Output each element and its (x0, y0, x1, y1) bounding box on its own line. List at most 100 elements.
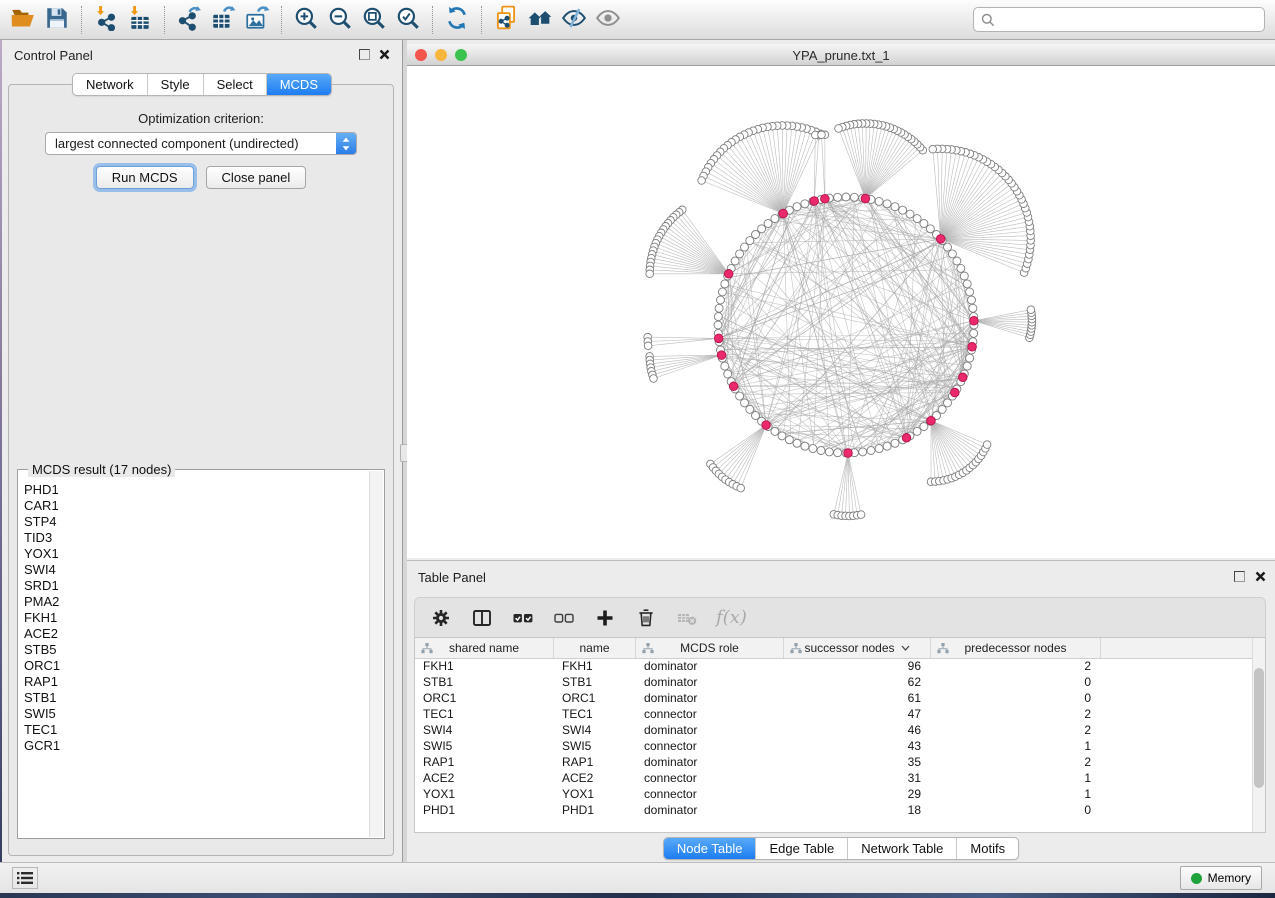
column-header-shared-name[interactable]: shared name (415, 638, 554, 658)
save-session-button[interactable] (40, 3, 74, 37)
mcds-result-item[interactable]: ORC1 (24, 658, 364, 674)
table-cell[interactable]: 18 (784, 802, 931, 818)
table-cell[interactable]: STB1 (554, 674, 636, 690)
table-cell[interactable]: PHD1 (415, 802, 554, 818)
tab-select[interactable]: Select (203, 74, 266, 95)
table-cell[interactable]: dominator (636, 802, 784, 818)
table-row[interactable]: FKH1FKH1dominator962 (415, 658, 1253, 674)
export-table-button[interactable] (206, 3, 240, 37)
table-row[interactable]: TEC1TEC1connector472 (415, 706, 1253, 722)
mcds-result-item[interactable]: STB5 (24, 642, 364, 658)
table-cell[interactable]: PHD1 (554, 802, 636, 818)
import-network-button[interactable] (89, 3, 123, 37)
column-header-name[interactable]: name (554, 638, 636, 658)
table-cell[interactable]: 2 (931, 658, 1101, 674)
export-network-button[interactable] (172, 3, 206, 37)
table-cell[interactable]: SWI5 (415, 738, 554, 754)
table-cell[interactable]: dominator (636, 674, 784, 690)
table-cell[interactable]: 1 (931, 738, 1101, 754)
refresh-view-button[interactable] (440, 3, 474, 37)
table-cell[interactable]: ACE2 (415, 770, 554, 786)
mcds-result-item[interactable]: YOX1 (24, 546, 364, 562)
open-file-button[interactable] (6, 3, 40, 37)
table-cell[interactable]: 47 (784, 706, 931, 722)
table-cell[interactable]: SWI4 (415, 722, 554, 738)
table-cell[interactable]: ACE2 (554, 770, 636, 786)
table-settings-button[interactable] (429, 606, 453, 630)
column-header-MCDS-role[interactable]: MCDS role (636, 638, 784, 658)
table-cell[interactable]: 35 (784, 754, 931, 770)
mcds-result-item[interactable]: SRD1 (24, 578, 364, 594)
zoom-out-button[interactable] (323, 3, 357, 37)
zoom-in-button[interactable] (289, 3, 323, 37)
table-row[interactable]: SWI4SWI4dominator462 (415, 722, 1253, 738)
table-cell[interactable]: RAP1 (415, 754, 554, 770)
mcds-result-item[interactable]: ACE2 (24, 626, 364, 642)
table-scrollbar[interactable] (1252, 638, 1265, 832)
tab-mcds[interactable]: MCDS (266, 74, 331, 95)
table-row[interactable]: ACE2ACE2connector311 (415, 770, 1253, 786)
table-cell[interactable]: 61 (784, 690, 931, 706)
table-cell[interactable]: YOX1 (415, 786, 554, 802)
table-cell[interactable]: 29 (784, 786, 931, 802)
delete-column-button[interactable] (634, 606, 658, 630)
table-cell[interactable]: 2 (931, 722, 1101, 738)
tab-network-table[interactable]: Network Table (847, 838, 956, 859)
table-cell[interactable]: dominator (636, 658, 784, 674)
mcds-result-item[interactable]: PMA2 (24, 594, 364, 610)
mcds-result-item[interactable]: RAP1 (24, 674, 364, 690)
table-cell[interactable]: 0 (931, 674, 1101, 690)
first-neighbors-button[interactable] (523, 3, 557, 37)
hide-selected-button[interactable] (557, 3, 591, 37)
table-cell[interactable]: 31 (784, 770, 931, 786)
mcds-result-item[interactable]: FKH1 (24, 610, 364, 626)
split-panel-button[interactable] (470, 606, 494, 630)
table-cell[interactable]: 0 (931, 690, 1101, 706)
memory-button[interactable]: Memory (1180, 866, 1262, 890)
table-cell[interactable]: 2 (931, 706, 1101, 722)
tab-style[interactable]: Style (147, 74, 203, 95)
network-canvas[interactable] (407, 66, 1275, 558)
table-cell[interactable]: 46 (784, 722, 931, 738)
search-input[interactable] (999, 9, 1264, 31)
tab-node-table[interactable]: Node Table (664, 838, 756, 859)
table-cell[interactable]: TEC1 (554, 706, 636, 722)
table-scrollbar-thumb[interactable] (1254, 668, 1264, 788)
tab-network[interactable]: Network (73, 74, 147, 95)
mcds-result-item[interactable]: TID3 (24, 530, 364, 546)
mcds-result-item[interactable]: SWI4 (24, 562, 364, 578)
table-cell[interactable]: TEC1 (415, 706, 554, 722)
table-cell[interactable]: 2 (931, 754, 1101, 770)
table-cell[interactable]: 1 (931, 786, 1101, 802)
close-table-panel-icon[interactable] (1255, 571, 1266, 582)
column-header-successor-nodes[interactable]: successor nodes (784, 638, 931, 658)
show-all-button[interactable] (591, 3, 625, 37)
criterion-select[interactable]: largest connected component (undirected) (45, 132, 357, 155)
zoom-selected-button[interactable] (391, 3, 425, 37)
mcds-result-item[interactable]: PHD1 (24, 482, 364, 498)
table-cell[interactable]: FKH1 (415, 658, 554, 674)
table-cell[interactable]: RAP1 (554, 754, 636, 770)
close-panel-button[interactable]: Close panel (206, 166, 307, 189)
mcds-result-item[interactable]: GCR1 (24, 738, 364, 754)
table-cell[interactable]: YOX1 (554, 786, 636, 802)
table-row[interactable]: ORC1ORC1dominator610 (415, 690, 1253, 706)
mcds-result-item[interactable]: TEC1 (24, 722, 364, 738)
table-row[interactable]: PHD1PHD1dominator180 (415, 802, 1253, 818)
search-box[interactable] (973, 7, 1265, 32)
float-table-panel-icon[interactable] (1234, 571, 1245, 582)
network-graph-svg[interactable] (407, 66, 1275, 558)
run-mcds-button[interactable]: Run MCDS (96, 166, 194, 189)
zoom-fit-content-button[interactable] (357, 3, 391, 37)
table-cell[interactable]: 43 (784, 738, 931, 754)
table-cell[interactable]: 1 (931, 770, 1101, 786)
table-cell[interactable]: dominator (636, 722, 784, 738)
close-panel-icon[interactable] (379, 49, 390, 60)
table-cell[interactable]: SWI4 (554, 722, 636, 738)
import-table-button[interactable] (123, 3, 157, 37)
table-cell[interactable]: dominator (636, 754, 784, 770)
table-cell[interactable]: dominator (636, 690, 784, 706)
table-cell[interactable]: 96 (784, 658, 931, 674)
deselect-all-rows-button[interactable] (552, 606, 576, 630)
column-header-predecessor-nodes[interactable]: predecessor nodes (931, 638, 1101, 658)
